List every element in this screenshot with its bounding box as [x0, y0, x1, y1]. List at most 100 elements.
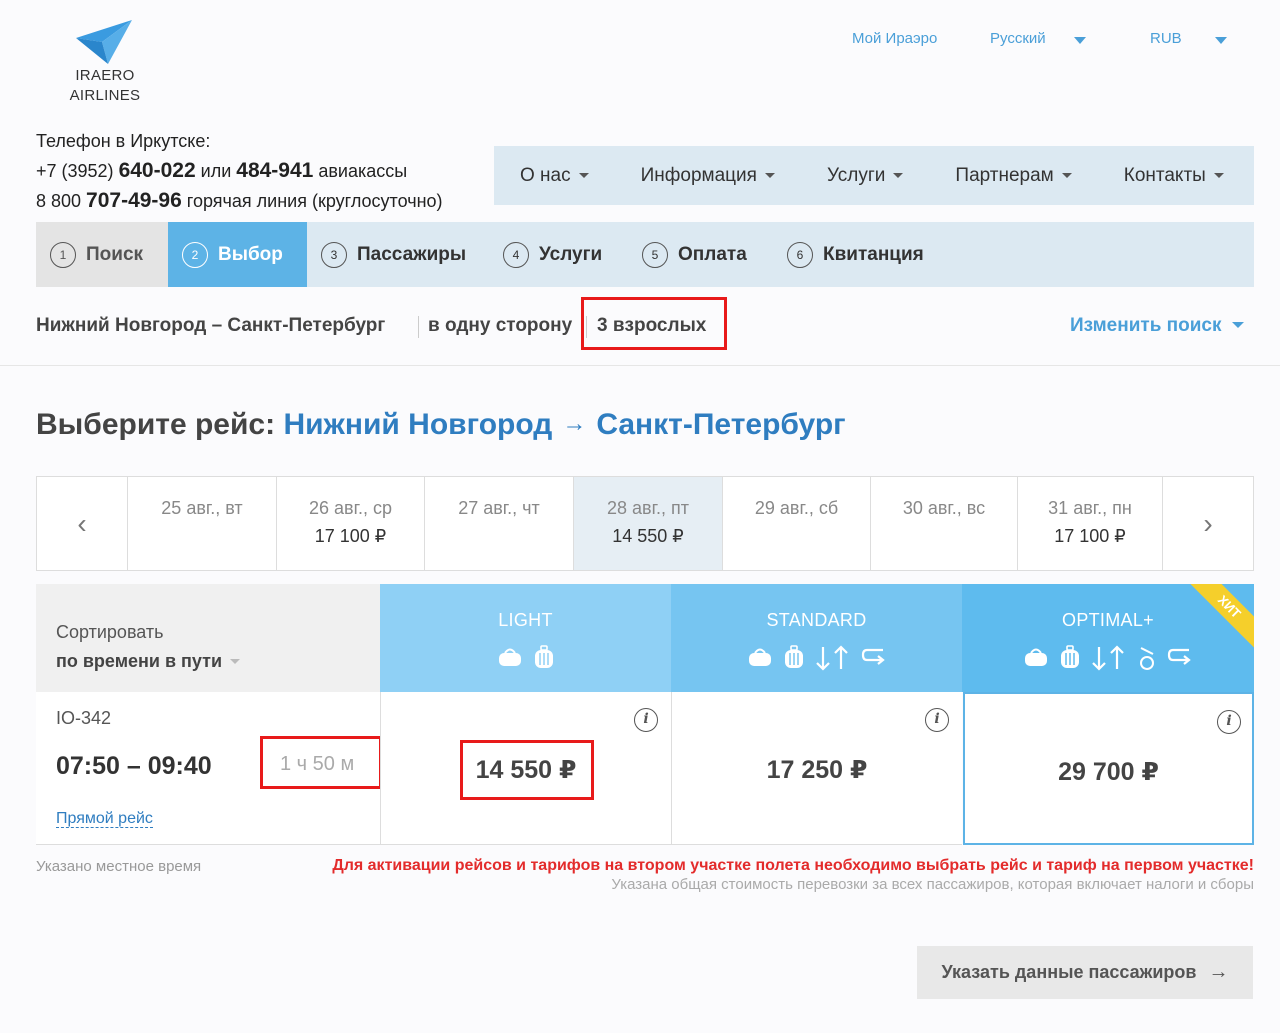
logo-text: IRAERO AIRLINES: [66, 66, 144, 106]
phone-line-hotline: 8 800 707-49-96 горячая линия (круглосут…: [36, 186, 443, 216]
arrow-right-icon: →: [1208, 961, 1229, 983]
second-leg-warning: Для активации рейсов и тарифов на втором…: [332, 857, 1254, 874]
tariff-name: STANDARD: [766, 610, 867, 630]
chevron-down-icon: [578, 173, 589, 178]
main-navigation: О нас Информация Услуги Партнерам Контак…: [494, 146, 1254, 205]
date-option[interactable]: 30 авг., вс: [870, 477, 1017, 570]
tariff-name: LIGHT: [498, 610, 553, 630]
nav-contacts[interactable]: Контакты: [1124, 165, 1224, 187]
step-select[interactable]: 2 Выбор: [168, 222, 307, 287]
luggage-icon: [534, 645, 553, 668]
date-option-selected[interactable]: 28 авг., пт 14 550 ₽: [573, 477, 722, 570]
date-option[interactable]: 31 авг., пн 17 100 ₽: [1017, 477, 1162, 570]
seat-selection-icon: [1140, 647, 1154, 670]
nav-services[interactable]: Услуги: [826, 164, 904, 187]
info-icon[interactable]: i: [925, 708, 949, 732]
date-option[interactable]: 25 авг., вт: [127, 477, 276, 570]
sort-label: Сортировать: [56, 622, 164, 642]
sort-control[interactable]: Сортировать по времени в пути: [36, 584, 380, 692]
currency-select[interactable]: RUB: [1150, 30, 1182, 47]
total-price-note: Указана общая стоимость перевозки за все…: [611, 876, 1254, 893]
chevron-down-icon: [1061, 173, 1072, 178]
hand-bag-icon: [1025, 648, 1047, 666]
plane-logo-icon: [76, 20, 132, 64]
sort-value[interactable]: по времени в пути: [56, 651, 241, 672]
sort-value-label: по времени в пути: [56, 651, 223, 671]
flight-number: IO-342: [56, 708, 112, 728]
step-label: Поиск: [86, 243, 144, 265]
booking-steps: 1 Поиск 2 Выбор 3 Пассажиры 4 Услуги 5 Оплата…: [36, 222, 1254, 287]
phone-line-irkutsk: +7 (3952) 640-022 или 484-941 авиакассы: [36, 156, 443, 186]
date-option[interactable]: 29 авг., сб: [722, 477, 870, 570]
step-services: 4 Услуги: [503, 222, 602, 287]
arrow-right-icon: →: [562, 410, 587, 437]
currency-caret-icon[interactable]: [1215, 37, 1227, 44]
step-passengers: 3 Пассажиры: [321, 222, 466, 287]
phone-prefix: +7 (3952): [36, 161, 119, 181]
button-label: Указать данные пассажиров: [941, 962, 1197, 982]
phone-number-2[interactable]: 484-941: [236, 159, 313, 182]
phone-number-1[interactable]: 640-022: [119, 159, 196, 182]
nav-services-label: Услуги: [826, 164, 886, 186]
date-label: 26 авг., ср: [309, 498, 392, 518]
language-caret-icon[interactable]: [1074, 37, 1086, 44]
tariff-header-standard: STANDARD: [671, 584, 962, 692]
fare-optimal[interactable]: i 29 700 ₽: [963, 692, 1254, 845]
separator: [418, 316, 419, 338]
hotline-suffix: горячая линия (круглосуточно): [181, 191, 443, 211]
nav-about[interactable]: О нас: [520, 165, 589, 187]
chevron-down-icon: [1231, 322, 1244, 328]
change-search-link[interactable]: Изменить поиск: [1070, 315, 1244, 337]
nav-contacts-label: Контакты: [1123, 164, 1206, 186]
date-label: 28 авг., пт: [607, 498, 689, 518]
divider: [0, 365, 1280, 366]
route-summary: Нижний Новгород – Санкт-Петербург: [36, 315, 386, 336]
nav-partners[interactable]: Партнерам: [955, 164, 1072, 187]
title-prefix: Выберите рейс:: [36, 408, 284, 441]
step-search[interactable]: 1 Поиск: [36, 222, 168, 287]
step-payment: 5 Оплата: [642, 222, 747, 287]
origin-city: Нижний Новгород: [283, 408, 553, 441]
nav-partners-label: Партнерам: [955, 164, 1054, 186]
date-price: 14 550 ₽: [612, 526, 684, 546]
nav-about-label: О нас: [520, 164, 571, 186]
highlight-box-duration: [260, 736, 382, 789]
luggage-icon: [1061, 645, 1079, 668]
tariff-header-optimal: ХИТ OPTIMAL+: [962, 584, 1254, 692]
step-label: Услуги: [539, 243, 603, 265]
hand-bag-icon: [498, 648, 521, 666]
refund-arrow-icon: [1167, 648, 1191, 665]
iraero-logo[interactable]: IRAERO AIRLINES: [66, 18, 146, 108]
info-icon[interactable]: i: [1217, 710, 1241, 734]
phone-or: или: [195, 161, 237, 181]
luggage-icon: [784, 645, 803, 668]
contact-phones: Телефон в Иркутске: +7 (3952) 640-022 ил…: [36, 127, 443, 216]
date-carousel: ‹ 25 авг., вт 26 авг., ср 17 100 ₽ 27 авг…: [36, 476, 1254, 571]
trip-type: в одну сторону: [428, 315, 573, 336]
hand-bag-icon: [748, 648, 771, 666]
page-title: Выберите рейс: Нижний Новгород → Санкт-Пет…: [36, 408, 846, 442]
step-label: Квитанция: [823, 243, 924, 265]
my-account-link[interactable]: Мой Ираэро: [852, 30, 937, 47]
date-label: 25 авг., вт: [161, 498, 243, 518]
nav-information[interactable]: Информация: [641, 165, 775, 187]
chevron-left-icon[interactable]: ‹: [37, 477, 127, 570]
date-option[interactable]: 26 авг., ср 17 100 ₽: [276, 477, 424, 570]
enter-passenger-data-button[interactable]: Указать данные пассажиров →: [917, 946, 1253, 999]
info-icon[interactable]: i: [634, 708, 658, 732]
tariff-header-light: LIGHT: [380, 584, 671, 692]
date-label: 31 авг., пн: [1048, 498, 1132, 518]
fare-price: 29 700 ₽: [1058, 758, 1159, 786]
hotline-number[interactable]: 707-49-96: [86, 189, 182, 212]
language-select[interactable]: Русский: [990, 30, 1046, 47]
step-receipt: 6 Квитанция: [787, 222, 924, 287]
logo-line-1: IRAERO: [75, 67, 135, 84]
chevron-down-icon: [230, 659, 241, 664]
direct-flight-link[interactable]: Прямой рейс: [56, 810, 153, 828]
chevron-right-icon[interactable]: ›: [1162, 477, 1253, 570]
date-label: 27 авг., чт: [458, 498, 540, 518]
date-option[interactable]: 27 авг., чт: [424, 477, 573, 570]
tariff-name: OPTIMAL+: [1062, 610, 1154, 630]
step-label: Оплата: [678, 243, 747, 265]
fare-standard[interactable]: i 17 250 ₽: [671, 692, 962, 845]
